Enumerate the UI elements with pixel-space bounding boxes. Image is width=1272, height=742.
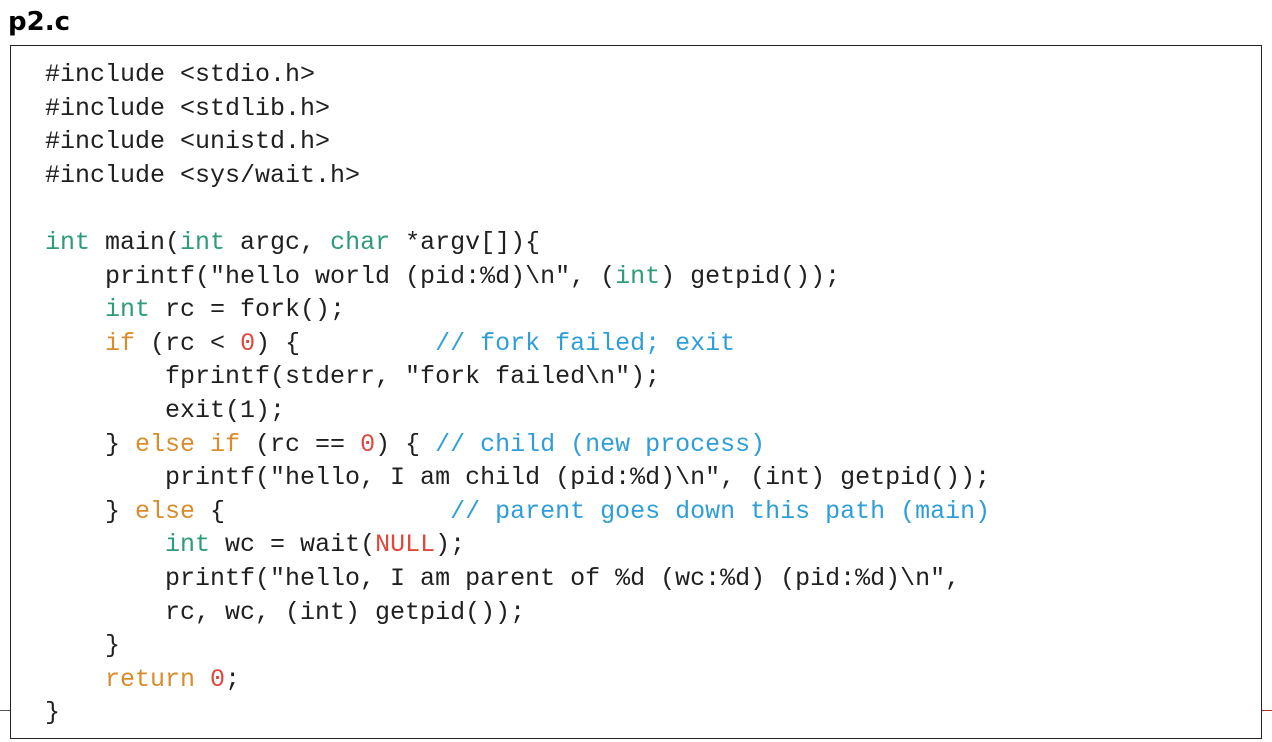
code-line: #include <stdio.h> bbox=[45, 58, 990, 92]
code-line: if (rc < 0) { // fork failed; exit bbox=[45, 327, 990, 361]
code-token-type: int bbox=[45, 227, 91, 257]
code-token-plain: ) { bbox=[255, 328, 436, 358]
code-token-comment: // fork failed; exit bbox=[435, 328, 736, 358]
code-line: return 0; bbox=[45, 663, 990, 697]
code-token-plain: printf("hello, I am child (pid:%d)\n", (… bbox=[45, 463, 991, 493]
code-line: int wc = wait(NULL); bbox=[45, 528, 990, 562]
code-token-type: int bbox=[615, 261, 661, 291]
code-token-plain: (rc == bbox=[240, 429, 361, 459]
code-token-plain: rc, wc, (int) getpid()); bbox=[45, 597, 526, 627]
code-line: } else if (rc == 0) { // child (new proc… bbox=[45, 428, 990, 462]
code-token-plain: ) getpid()); bbox=[660, 261, 841, 291]
code-token-number: 0 bbox=[240, 328, 256, 358]
code-token-plain: } bbox=[45, 429, 136, 459]
code-line: int rc = fork(); bbox=[45, 293, 990, 327]
code-token-plain: #include <unistd.h> bbox=[45, 127, 331, 157]
code-listing-box: #include <stdio.h> #include <stdlib.h> #in… bbox=[10, 45, 1262, 739]
code-token-plain: ); bbox=[435, 530, 466, 560]
code-token-comment: // parent goes down this path (main) bbox=[450, 496, 991, 526]
file-title: p2.c bbox=[8, 7, 70, 37]
code-token-plain: printf("hello, I am parent of %d (wc:%d)… bbox=[45, 563, 961, 593]
code-token-type: int bbox=[180, 227, 226, 257]
code-token-plain: #include <sys/wait.h> bbox=[45, 160, 361, 190]
code-line: rc, wc, (int) getpid()); bbox=[45, 596, 990, 630]
slide-divider-left bbox=[0, 710, 10, 711]
code-line: #include <stdlib.h> bbox=[45, 92, 990, 126]
code-token-plain: { bbox=[195, 496, 451, 526]
code-token-plain: #include <stdlib.h> bbox=[45, 93, 331, 123]
code-token-type: int bbox=[105, 295, 151, 325]
code-line: printf("hello, I am parent of %d (wc:%d)… bbox=[45, 562, 990, 596]
code-line: #include <sys/wait.h> bbox=[45, 159, 990, 193]
code-token-plain: } bbox=[45, 631, 121, 661]
code-token-plain: #include <stdio.h> bbox=[45, 60, 316, 89]
code-line: } else { // parent goes down this path (… bbox=[45, 495, 990, 529]
code-token-plain: wc = wait( bbox=[210, 530, 376, 560]
code-token-comment: // child (new process) bbox=[435, 429, 766, 459]
code-token-plain: ; bbox=[225, 664, 241, 694]
code-token-plain: } bbox=[45, 698, 61, 728]
code-token-plain: exit(1); bbox=[45, 395, 286, 425]
code-line: exit(1); bbox=[45, 394, 990, 428]
code-token-plain: argc, bbox=[225, 227, 331, 257]
code-line: printf("hello, I am child (pid:%d)\n", (… bbox=[45, 461, 990, 495]
code-token-keyword: else if bbox=[135, 429, 241, 459]
code-token-keyword: else bbox=[135, 496, 196, 526]
slide-divider-right bbox=[1262, 710, 1272, 711]
code-token-number: 0 bbox=[210, 664, 226, 694]
code-block: #include <stdio.h> #include <stdlib.h> #in… bbox=[45, 58, 990, 730]
code-line: } bbox=[45, 696, 990, 730]
code-token-type: int bbox=[165, 530, 211, 560]
code-token-number: 0 bbox=[360, 429, 376, 459]
code-line: printf("hello world (pid:%d)\n", (int) g… bbox=[45, 260, 990, 294]
code-token-null: NULL bbox=[375, 530, 436, 560]
code-token-type: char bbox=[330, 227, 391, 257]
code-line: } bbox=[45, 629, 990, 663]
code-token-plain: printf("hello world (pid:%d)\n", ( bbox=[45, 261, 616, 291]
code-token-plain: main( bbox=[90, 227, 181, 257]
code-line: int main(int argc, char *argv[]){ bbox=[45, 226, 990, 260]
code-token-plain: *argv[]){ bbox=[390, 227, 541, 257]
code-token-plain: rc = fork(); bbox=[150, 295, 346, 325]
code-token-keyword: if bbox=[105, 328, 136, 358]
code-line: fprintf(stderr, "fork failed\n"); bbox=[45, 360, 990, 394]
code-token-plain: fprintf(stderr, "fork failed\n"); bbox=[45, 362, 661, 392]
code-token-plain: ) { bbox=[375, 429, 436, 459]
code-line: #include <unistd.h> bbox=[45, 125, 990, 159]
code-token-plain: } bbox=[45, 496, 136, 526]
code-token-plain: (rc < bbox=[135, 328, 241, 358]
code-token-keyword: return bbox=[105, 664, 196, 694]
